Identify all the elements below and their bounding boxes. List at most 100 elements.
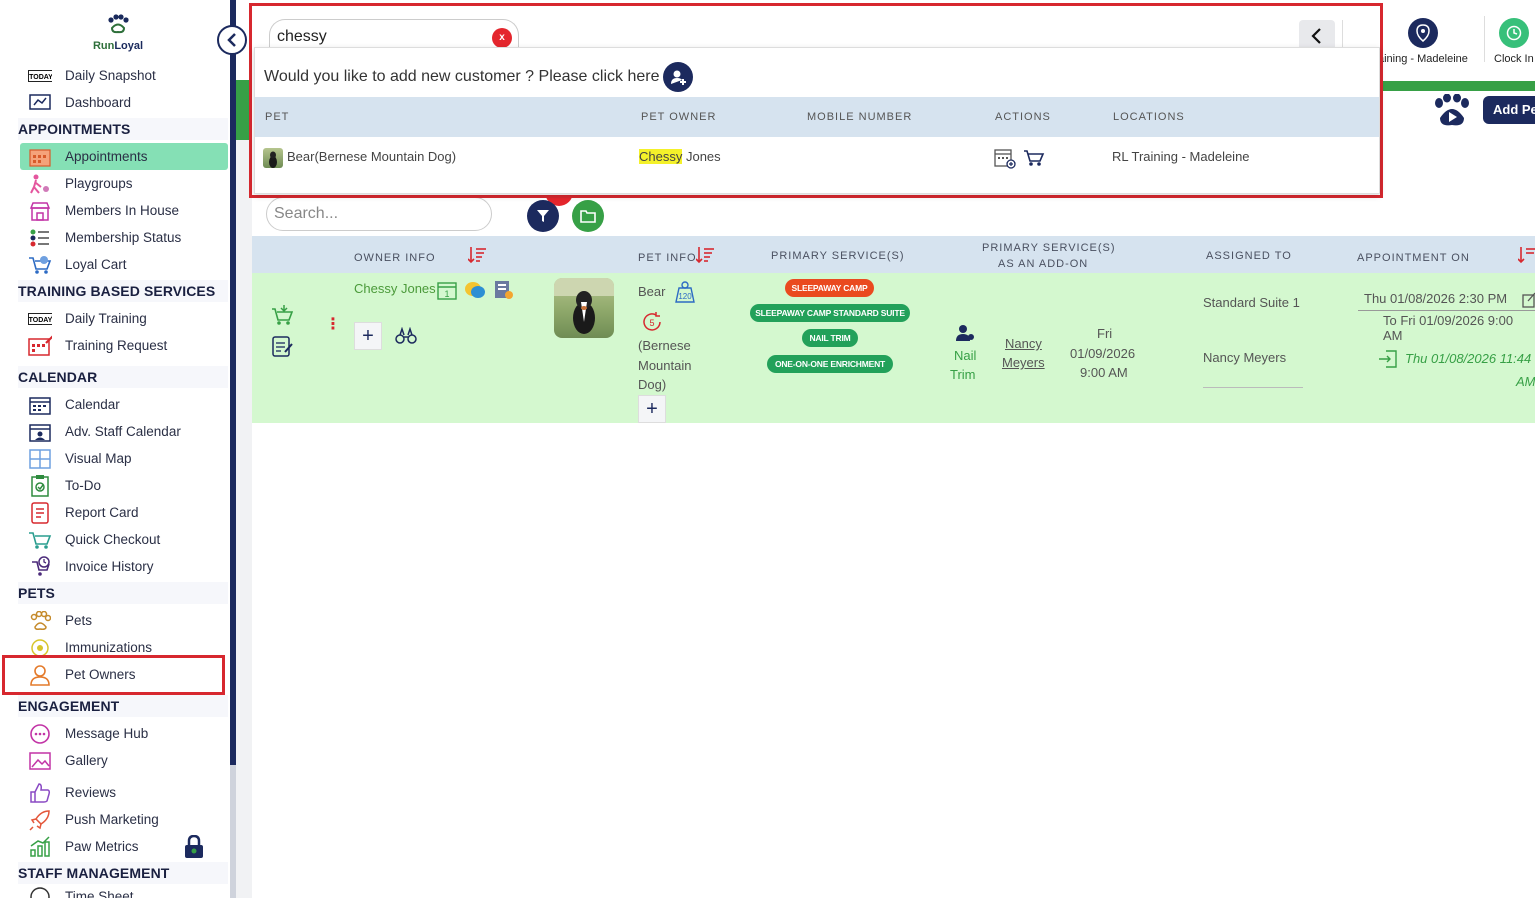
sidebar-item-daily-training[interactable]: TODAY Daily Training xyxy=(20,305,228,332)
sidebar-item-gallery[interactable]: Gallery xyxy=(20,747,228,774)
loyal-cart-icon xyxy=(28,254,52,276)
sidebar-item-playgroups[interactable]: Playgroups xyxy=(20,170,228,197)
add-pet-button[interactable]: Add Pet xyxy=(1483,96,1535,124)
pet-name[interactable]: Bear xyxy=(638,284,665,299)
sidebar-item-members-in-house[interactable]: Members In House xyxy=(20,197,228,224)
sidebar-item-label: Immunizations xyxy=(65,640,153,655)
visit-count-icon: 5 xyxy=(640,310,664,337)
column-assigned-to: ASSIGNED TO xyxy=(1206,250,1292,262)
sidebar-item-adv-staff-calendar[interactable]: Adv. Staff Calendar xyxy=(20,418,228,445)
clock-in-button[interactable]: Clock In xyxy=(1494,18,1534,65)
column-mobile-number: MOBILE NUMBER xyxy=(807,111,913,123)
sidebar-item-label: Adv. Staff Calendar xyxy=(65,424,181,439)
collapse-sidebar-button[interactable] xyxy=(217,25,247,55)
add-customer-text: Would you like to add new customer ? Ple… xyxy=(264,68,660,85)
add-new-customer-prompt[interactable]: Would you like to add new customer ? Ple… xyxy=(264,62,694,92)
section-training: TRAINING BASED SERVICES xyxy=(18,280,228,302)
sidebar-item-label: Gallery xyxy=(65,753,108,768)
pet-photo[interactable] xyxy=(554,278,614,338)
sidebar-item-invoice-history[interactable]: Invoice History xyxy=(20,553,228,580)
sidebar-item-pets[interactable]: Pets xyxy=(20,607,228,634)
checkout-cart-icon xyxy=(28,529,52,551)
sidebar-item-quick-checkout[interactable]: Quick Checkout xyxy=(20,526,228,553)
sidebar-item-label: Dashboard xyxy=(65,95,132,110)
book-appointment-icon[interactable] xyxy=(994,147,1016,172)
sidebar-item-membership-status[interactable]: Membership Status xyxy=(20,224,228,251)
sort-icon[interactable] xyxy=(467,246,486,269)
sidebar-item-calendar[interactable]: Calendar xyxy=(20,391,228,418)
chat-bubbles-icon[interactable] xyxy=(464,280,486,303)
paw-play-icon[interactable] xyxy=(1432,93,1472,128)
calendar-badge-number: 1 xyxy=(444,289,449,299)
add-pet-item-button[interactable]: + xyxy=(638,395,666,423)
staff-calendar-icon xyxy=(28,421,52,443)
sidebar-item-label: Time Sheet xyxy=(65,889,134,898)
cart-icon[interactable] xyxy=(1023,149,1045,170)
service-badge: NAIL TRIM xyxy=(802,329,858,347)
sort-icon[interactable] xyxy=(695,246,714,269)
sidebar-item-message-hub[interactable]: Message Hub xyxy=(20,720,228,747)
result-pet-name[interactable]: Bear(Bernese Mountain Dog) xyxy=(287,149,456,164)
binoculars-icon[interactable] xyxy=(395,326,417,348)
sidebar-item-training-request[interactable]: Training Request xyxy=(20,332,228,359)
divider xyxy=(1203,387,1303,388)
rocket-icon xyxy=(28,809,52,831)
sidebar-item-daily-snapshot[interactable]: TODAY Daily Snapshot xyxy=(20,62,228,89)
section-appointments: APPOINTMENTS xyxy=(18,118,228,140)
sidebar-item-label: Paw Metrics xyxy=(65,839,139,854)
edit-appointment-icon[interactable] xyxy=(1522,292,1535,311)
sidebar-item-push-marketing[interactable]: Push Marketing xyxy=(20,806,228,833)
sidebar-item-time-sheet[interactable]: Time Sheet xyxy=(20,883,228,898)
results-table-header: PET PET OWNER MOBILE NUMBER ACTIONS LOCA… xyxy=(255,97,1379,137)
membership-list-icon xyxy=(28,227,52,249)
clear-search-button[interactable]: x xyxy=(492,28,512,48)
assigned-staff: Nancy Meyers xyxy=(1203,350,1287,365)
dashboard-icon xyxy=(28,92,52,114)
location-selector[interactable]: aining - Madeleine xyxy=(1378,18,1468,65)
lock-icon xyxy=(184,834,204,859)
sidebar-item-visual-map[interactable]: Visual Map xyxy=(20,445,228,472)
add-to-cart-icon[interactable] xyxy=(271,304,294,329)
owner-calendar-icon[interactable]: 1 xyxy=(437,280,457,303)
sidebar-item-label: Loyal Cart xyxy=(65,257,127,272)
staff-assign-icon[interactable] xyxy=(955,324,975,345)
addon-staff-l1[interactable]: Nancy xyxy=(1005,336,1042,351)
appointments-search-input[interactable]: Search... xyxy=(266,197,492,231)
document-card-icon[interactable] xyxy=(492,280,514,303)
column-owner-info: OWNER INFO xyxy=(354,252,436,264)
addon-staff-l2[interactable]: Meyers xyxy=(1002,355,1045,370)
column-pet-owner: PET OWNER xyxy=(641,111,717,123)
message-bubble-icon xyxy=(28,723,52,745)
clock-icon xyxy=(28,886,52,898)
logo-text-run: Run xyxy=(92,40,115,52)
column-appointment-on: APPOINTMENT ON xyxy=(1357,252,1470,264)
add-owner-item-button[interactable]: + xyxy=(354,322,382,350)
sidebar-item-label: Training Request xyxy=(65,338,168,353)
sidebar-item-reviews[interactable]: Reviews xyxy=(20,779,228,806)
sidebar-item-loyal-cart[interactable]: Loyal Cart xyxy=(20,251,228,278)
result-owner[interactable]: Chessy Jones xyxy=(639,149,721,164)
sidebar-item-to-do[interactable]: To-Do xyxy=(20,472,228,499)
sidebar-item-dashboard[interactable]: Dashboard xyxy=(20,89,228,116)
pet-visits: 5 xyxy=(649,318,654,328)
addon-time: 9:00 AM xyxy=(1080,365,1128,380)
add-user-icon[interactable] xyxy=(663,62,694,92)
filter-funnel-icon xyxy=(537,210,549,222)
column-primary-services: PRIMARY SERVICE(S) xyxy=(771,250,905,262)
pet-weight: 120 xyxy=(678,292,692,301)
more-options-icon[interactable]: ⋮ xyxy=(325,317,341,333)
filter-button[interactable] xyxy=(527,200,559,232)
service-badge: ONE-ON-ONE ENRICHMENT xyxy=(767,355,893,373)
sidebar-item-appointments[interactable]: Appointments xyxy=(20,143,228,170)
pet-breed-line2: Mountain xyxy=(638,358,692,373)
sidebar-item-label: Reviews xyxy=(65,785,117,800)
sort-icon[interactable] xyxy=(1517,246,1535,269)
sidebar-item-report-card[interactable]: Report Card xyxy=(20,499,228,526)
owner-name[interactable]: Chessy Jones xyxy=(354,281,436,296)
folder-button[interactable] xyxy=(572,200,604,232)
sidebar-item-label: Push Marketing xyxy=(65,812,159,827)
runloyal-logo[interactable]: RunLoyal xyxy=(90,14,146,52)
column-locations: LOCATIONS xyxy=(1113,111,1185,123)
notes-edit-icon[interactable] xyxy=(271,334,293,361)
search-result-row[interactable]: Bear(Bernese Mountain Dog) Chessy Jones … xyxy=(255,137,1379,177)
